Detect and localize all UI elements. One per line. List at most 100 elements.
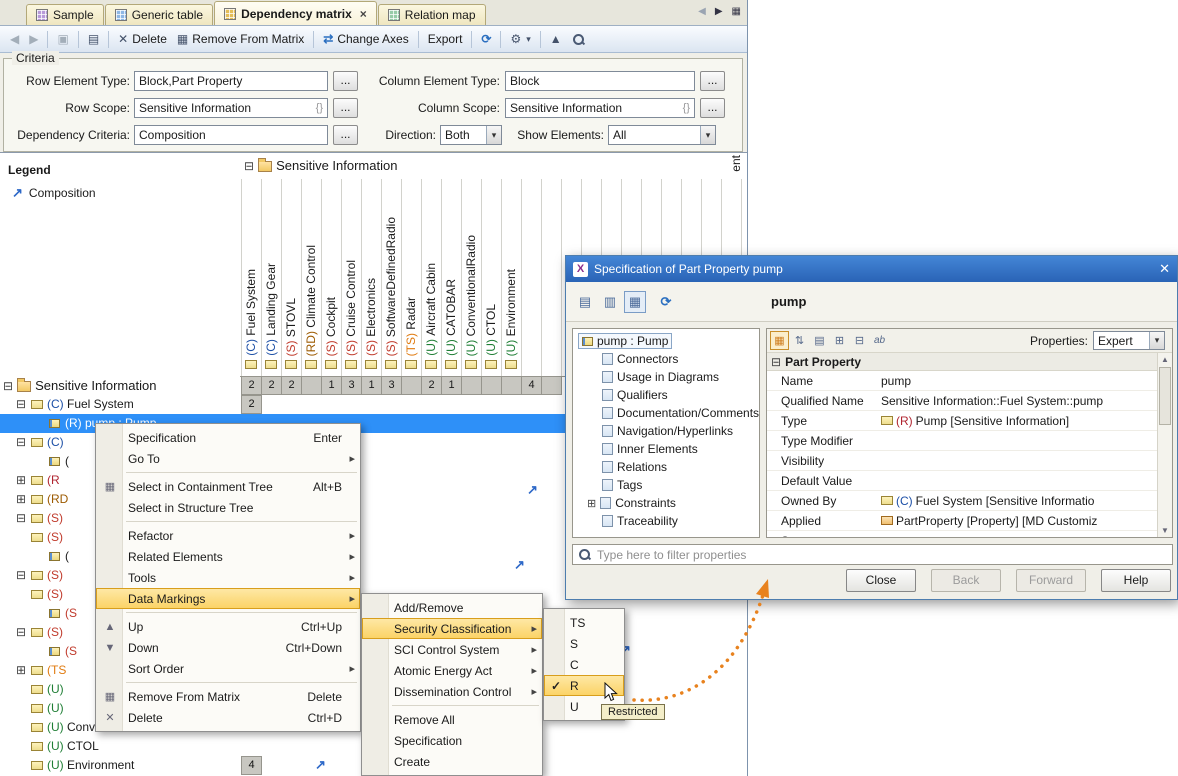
menu-item-atomic-energy-act[interactable]: Atomic Energy Act▸ — [362, 660, 542, 681]
abc-icon[interactable]: ab — [870, 331, 889, 350]
column-header-softwaredefinedradio[interactable]: (S) SoftwareDefinedRadio — [381, 217, 401, 356]
collapse-criteria-button[interactable]: ▲ — [546, 30, 566, 48]
expander-icon[interactable]: ⊟ — [16, 433, 26, 452]
scroll-up-icon[interactable]: ▲ — [1158, 353, 1172, 366]
spec-tree-item-usage-in-diagrams[interactable]: Usage in Diagrams — [575, 368, 757, 386]
back-button[interactable]: Back — [931, 569, 1001, 592]
close-button[interactable]: Close — [846, 569, 916, 592]
collapse-group-icon[interactable]: ⊟ — [771, 355, 781, 369]
menu-item-related-elements[interactable]: Related Elements▸ — [96, 546, 360, 567]
spec-tree-item-tags[interactable]: Tags — [575, 476, 757, 494]
change-axes-button[interactable]: ⇄Change Axes — [319, 30, 412, 48]
window-list-icon[interactable]: ▦ — [732, 6, 741, 17]
menu-item-specification[interactable]: SpecificationEnter — [96, 427, 360, 448]
tab-generic-table[interactable]: Generic table — [105, 4, 213, 25]
expander-icon[interactable]: ⊟ — [16, 623, 26, 642]
column-header-aircraft-cabin[interactable]: (U) Aircraft Cabin — [421, 263, 441, 356]
column-header-climate-control[interactable]: (RD) Climate Control — [301, 245, 321, 356]
settings-button[interactable]: ⚙▾ — [506, 30, 534, 48]
menu-item-select-in-containment-tree[interactable]: ▦Select in Containment TreeAlt+B — [96, 476, 360, 497]
dialog-titlebar[interactable]: X Specification of Part Property pump ✕ — [566, 256, 1177, 282]
row-element-type-input[interactable]: Block,Part Property — [134, 71, 328, 91]
refresh-icon[interactable]: ⟳ — [655, 291, 677, 313]
sort-alphabetically-icon[interactable]: ⇅ — [790, 331, 809, 350]
forward-button[interactable]: Forward — [1016, 569, 1086, 592]
tab-scroll-left-icon[interactable]: ◀ — [698, 6, 706, 17]
open-specification-button[interactable]: ▤ — [84, 30, 103, 48]
row-root-node[interactable]: ⊟ Sensitive Information — [0, 376, 240, 395]
spec-tree-item-connectors[interactable]: Connectors — [575, 350, 757, 368]
expander-icon[interactable]: ⊟ — [16, 395, 26, 414]
dependency-criteria-input[interactable]: Composition — [134, 125, 328, 145]
show-elements-select[interactable]: All▾ — [608, 125, 716, 145]
menu-item-delete[interactable]: ✕DeleteCtrl+D — [96, 707, 360, 728]
tab-sample[interactable]: Sample — [26, 4, 104, 25]
expander-icon[interactable]: ⊞ — [16, 471, 26, 490]
composition-cell-icon[interactable]: ↗ — [527, 482, 538, 498]
spec-tree-item-constraints[interactable]: ⊞Constraints — [575, 494, 757, 512]
group-by-category-icon[interactable]: ▦ — [770, 331, 789, 350]
property-row-applied-stereotype[interactable]: Applied StereotypePartProperty [Property… — [767, 511, 1159, 531]
tab-scroll-right-icon[interactable]: ▶ — [715, 6, 723, 17]
scroll-down-icon[interactable]: ▼ — [1158, 524, 1172, 537]
column-header-environment[interactable]: (U) Environment — [501, 269, 521, 356]
menu-item-add-remove[interactable]: Add/Remove — [362, 597, 542, 618]
spec-tree-item-navigation-hyperlinks[interactable]: Navigation/Hyperlinks — [575, 422, 757, 440]
dependency-criteria-more-button[interactable]: ... — [333, 125, 358, 145]
spec-tree-item-inner-elements[interactable]: Inner Elements — [575, 440, 757, 458]
delete-button[interactable]: ✕Delete — [114, 30, 171, 48]
menu-item-go-to[interactable]: Go To▸ — [96, 448, 360, 469]
table-view-icon[interactable]: ▦ — [624, 291, 646, 313]
properties-mode-select[interactable]: Expert ▾ — [1093, 331, 1165, 350]
column-header-stovl[interactable]: (S) STOVL — [281, 298, 301, 356]
menu-item-tools[interactable]: Tools▸ — [96, 567, 360, 588]
row-element-type-more-button[interactable]: ... — [333, 71, 358, 91]
expand-all-icon[interactable]: ⊞ — [830, 331, 849, 350]
spec-tree-item-qualifiers[interactable]: Qualifiers — [575, 386, 757, 404]
menu-item-dissemination-control[interactable]: Dissemination Control▸ — [362, 681, 542, 702]
menu-item-c[interactable]: C — [544, 654, 624, 675]
menu-item-s[interactable]: S — [544, 633, 624, 654]
composition-cell-icon[interactable]: ↗ — [315, 757, 326, 773]
column-element-type-input[interactable]: Block — [505, 71, 695, 91]
menu-item-remove-all[interactable]: Remove All — [362, 709, 542, 730]
column-header-conventionalradio[interactable]: (U) ConventionalRadio — [461, 235, 481, 356]
tab-close-icon[interactable]: × — [360, 7, 367, 21]
menu-item-specification[interactable]: Specification — [362, 730, 542, 751]
scrollbar-thumb[interactable] — [1159, 367, 1171, 425]
collapse-all-icon[interactable]: ⊟ — [850, 331, 869, 350]
property-row-type-modifier[interactable]: Type Modifier — [767, 431, 1159, 451]
collapse-icon[interactable]: ⊟ — [244, 159, 254, 173]
menu-item-data-markings[interactable]: Data Markings▸ — [96, 588, 360, 609]
remove-from-matrix-button[interactable]: ▦Remove From Matrix — [173, 30, 308, 48]
form-view-icon[interactable]: ▤ — [574, 291, 596, 313]
tab-dependency-matrix[interactable]: Dependency matrix× — [214, 1, 377, 25]
column-header-catobar[interactable]: (U) CATOBAR — [441, 279, 461, 356]
column-header-fuel-system[interactable]: (C) Fuel System — [241, 269, 261, 356]
property-row-visibility[interactable]: Visibility — [767, 451, 1159, 471]
column-header-cruise-control[interactable]: (S) Cruise Control — [341, 260, 361, 356]
filter-properties-input[interactable]: Type here to filter properties — [572, 544, 1173, 565]
close-icon[interactable]: ✕ — [1159, 261, 1170, 277]
forward-button[interactable]: ▶ — [25, 30, 42, 48]
column-element-type-more-button[interactable]: ... — [700, 71, 725, 91]
expander-icon[interactable]: ⊟ — [16, 566, 26, 585]
menu-item-security-classification[interactable]: Security Classification▸ — [362, 618, 542, 639]
property-row-default-value[interactable]: Default Value — [767, 471, 1159, 491]
spec-tree-item-relations[interactable]: Relations — [575, 458, 757, 476]
collapse-icon[interactable]: ⊟ — [3, 379, 13, 393]
expander-icon[interactable]: ⊟ — [16, 509, 26, 528]
menu-item-sort-order[interactable]: Sort Order▸ — [96, 658, 360, 679]
column-scope-input[interactable]: Sensitive Information{} — [505, 98, 695, 118]
menu-item-sci-control-system[interactable]: SCI Control System▸ — [362, 639, 542, 660]
menu-item-down[interactable]: ▼DownCtrl+Down — [96, 637, 360, 658]
properties-scrollbar[interactable]: ▲ ▼ — [1157, 353, 1172, 537]
expand-icon[interactable]: ⊞ — [587, 497, 596, 510]
back-button[interactable]: ◀ — [6, 30, 23, 48]
menu-item-ts[interactable]: TS — [544, 612, 624, 633]
description-icon[interactable]: ▤ — [810, 331, 829, 350]
column-header-landing-gear[interactable]: (C) Landing Gear — [261, 263, 281, 356]
help-button[interactable]: Help — [1101, 569, 1171, 592]
spec-tree-item-documentation-comments[interactable]: Documentation/Comments — [575, 404, 757, 422]
menu-item-refactor[interactable]: Refactor▸ — [96, 525, 360, 546]
